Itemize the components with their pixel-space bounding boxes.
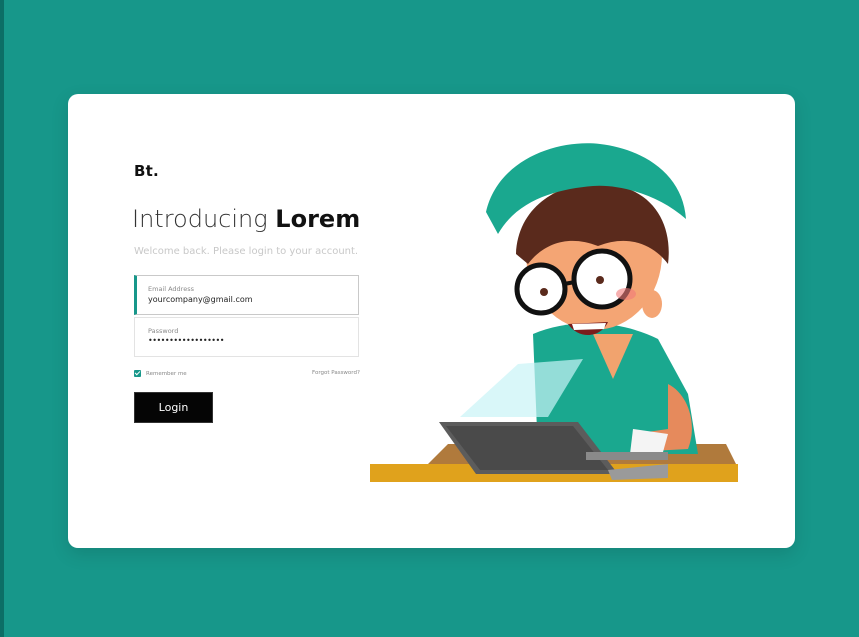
forgot-password-link[interactable]: Forgot Password? [312,370,360,376]
email-field[interactable]: Email Address [134,275,359,315]
password-field[interactable]: Password •••••••••••••••••• [134,317,359,357]
page-title: Introducing Lorem [132,205,360,233]
email-input[interactable] [148,295,338,304]
eye-left [540,288,548,296]
glasses-bridge [563,280,576,286]
email-field-label: Email Address [148,285,194,293]
login-card: Bt. Introducing Lorem Welcome back. Plea… [68,94,795,548]
eye-right [596,276,604,284]
password-field-label: Password [148,327,179,335]
laptop-base [586,452,668,460]
page-title-bold: Lorem [275,205,361,233]
teeth [572,323,606,330]
nurse-laptop-illustration [370,143,738,482]
welcome-subtitle: Welcome back. Please login to your accou… [134,246,359,257]
glasses-left-lens [514,262,568,316]
cheek [616,288,636,300]
remember-me-label: Remember me [146,370,187,377]
remember-me[interactable]: Remember me [134,370,187,377]
password-input[interactable]: •••••••••••••••••• [148,336,338,345]
page-title-light: Introducing [132,205,268,233]
remember-me-checkbox[interactable] [134,370,141,377]
brand-logo: Bt. [134,162,159,180]
page-edge-strip [0,0,4,637]
ear [642,290,662,318]
login-button[interactable]: Login [134,392,213,423]
